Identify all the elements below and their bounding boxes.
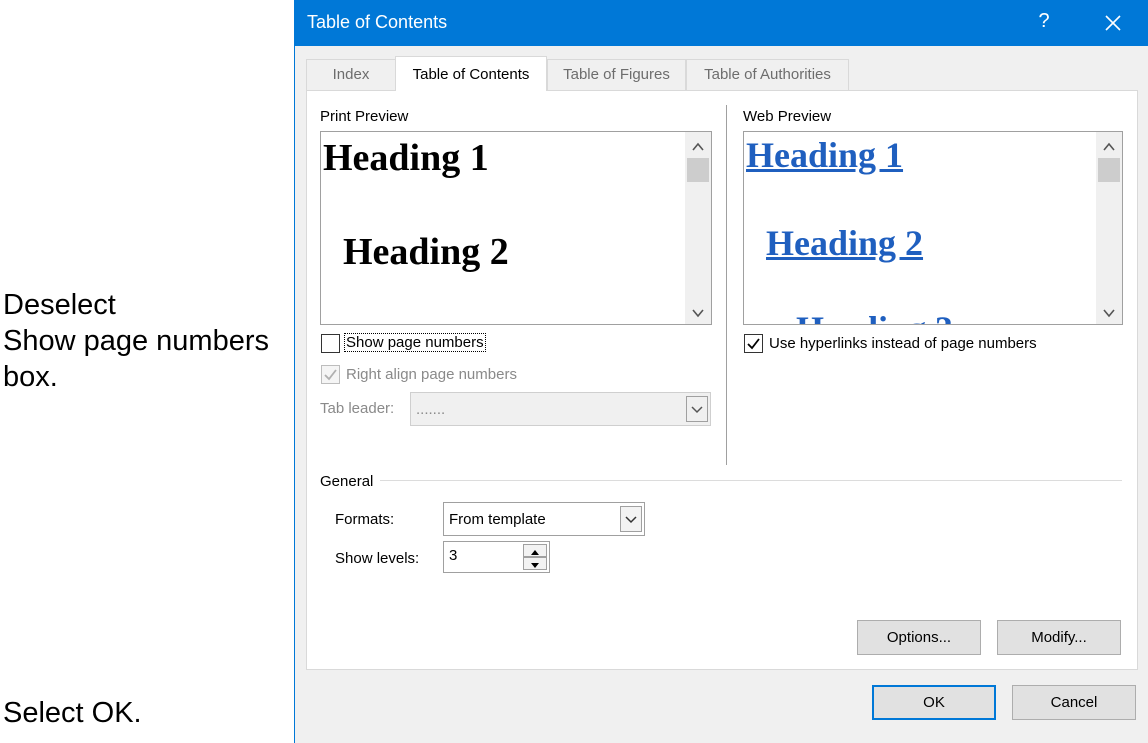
help-button[interactable]: ?: [1033, 10, 1055, 33]
spin-down-button[interactable]: [523, 557, 547, 570]
vertical-separator: [726, 105, 727, 465]
close-button[interactable]: [1098, 8, 1128, 38]
print-heading-2: Heading 2: [343, 231, 509, 273]
dropdown-button[interactable]: [686, 396, 708, 422]
scroll-down-icon[interactable]: [690, 306, 706, 320]
tab-table-of-authorities[interactable]: Table of Authorities: [686, 59, 849, 90]
close-icon: [1105, 15, 1121, 31]
general-group-label: General: [320, 473, 374, 490]
web-preview-box: Heading 1 Heading 2 Heading 3: [743, 131, 1123, 325]
show-page-numbers-checkbox[interactable]: [321, 334, 340, 353]
formats-label: Formats:: [335, 511, 395, 528]
show-levels-spinner[interactable]: 3: [443, 541, 550, 573]
tab-leader-value: .......: [416, 401, 446, 418]
web-preview-label: Web Preview: [743, 108, 832, 125]
tab-leader-select[interactable]: .......: [410, 392, 711, 426]
spin-up-button[interactable]: [523, 544, 547, 557]
right-align-checkbox[interactable]: [321, 365, 340, 384]
modify-button[interactable]: Modify...: [997, 620, 1121, 655]
web-heading-1[interactable]: Heading 1: [746, 134, 903, 176]
web-heading-3[interactable]: Heading 3: [796, 308, 953, 324]
chevron-down-icon: [691, 406, 703, 414]
print-preview-scrollbar[interactable]: [685, 132, 711, 324]
cancel-button[interactable]: Cancel: [1012, 685, 1136, 720]
right-align-label: Right align page numbers: [346, 366, 517, 383]
formats-value: From template: [449, 511, 546, 528]
tab-index[interactable]: Index: [306, 59, 396, 90]
tab-table-of-figures[interactable]: Table of Figures: [547, 59, 686, 90]
scroll-up-icon[interactable]: [690, 140, 706, 154]
scroll-up-icon[interactable]: [1101, 140, 1117, 154]
tab-leader-label: Tab leader:: [320, 400, 395, 417]
instruction-step-2: Select OK.: [3, 697, 142, 729]
use-hyperlinks-checkbox[interactable]: [744, 334, 763, 353]
print-preview-label: Print Preview: [320, 108, 409, 125]
checkmark-icon: [747, 338, 760, 350]
dropdown-button[interactable]: [620, 506, 642, 532]
options-button[interactable]: Options...: [857, 620, 981, 655]
web-heading-2[interactable]: Heading 2: [766, 222, 923, 264]
triangle-down-icon: [531, 563, 539, 568]
show-page-numbers-label[interactable]: Show page numbers: [344, 333, 486, 352]
show-levels-label: Show levels:: [335, 550, 420, 567]
scroll-thumb[interactable]: [687, 158, 709, 182]
print-preview-box: Heading 1 Heading 2: [320, 131, 712, 325]
scroll-down-icon[interactable]: [1101, 306, 1117, 320]
instruction-step-1: Deselect Show page numbers box.: [3, 289, 269, 393]
formats-select[interactable]: From template: [443, 502, 645, 536]
show-levels-value[interactable]: 3: [449, 547, 457, 564]
chevron-down-icon: [625, 516, 637, 524]
print-heading-1: Heading 1: [323, 137, 489, 179]
tab-table-of-contents[interactable]: Table of Contents: [395, 56, 547, 91]
general-divider: [380, 480, 1122, 481]
ok-button[interactable]: OK: [872, 685, 996, 720]
checkmark-icon: [324, 369, 337, 381]
scroll-thumb[interactable]: [1098, 158, 1120, 182]
use-hyperlinks-label: Use hyperlinks instead of page numbers: [769, 335, 1037, 352]
dialog-title: Table of Contents: [307, 12, 448, 32]
title-bar: Table of Contents ?: [295, 0, 1148, 46]
web-preview-scrollbar[interactable]: [1096, 132, 1122, 324]
